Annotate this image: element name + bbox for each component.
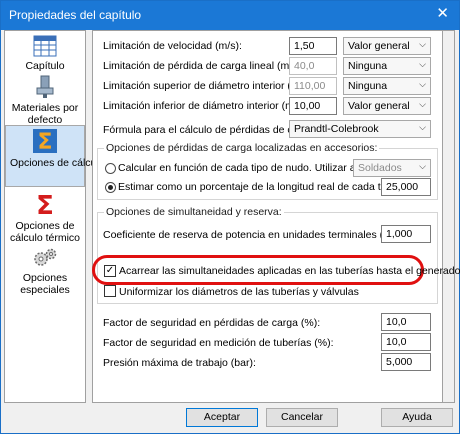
- velocity-select[interactable]: Valor general ⌵: [343, 37, 431, 55]
- select-value: Valor general: [348, 100, 410, 112]
- cancel-button[interactable]: Cancelar: [266, 408, 338, 427]
- safety-pipe-field[interactable]: 10,0: [381, 333, 431, 351]
- radio-dot: [108, 185, 113, 190]
- sigma-icon: Σ: [33, 129, 57, 154]
- select-value: Ninguna: [348, 60, 388, 72]
- formula-select[interactable]: Prandtl-Colebrook ⌵: [289, 120, 431, 138]
- percentage-field[interactable]: 25,000: [381, 178, 431, 196]
- window-title: Propiedades del capítulo: [9, 8, 142, 22]
- losses-group-caption: Opciones de pérdidas de carga localizada…: [104, 142, 380, 154]
- carry-simultaneity-checkbox[interactable]: ✓: [104, 265, 116, 277]
- min-diameter-field[interactable]: 10,00: [289, 97, 337, 115]
- uniformize-diameters-checkbox[interactable]: [104, 285, 116, 297]
- title-bar: Propiedades del capítulo ✕: [1, 1, 459, 30]
- select-value: Ninguna: [348, 80, 388, 92]
- carry-simultaneity-label: Acarrear las simultaneidades aplicadas e…: [119, 265, 460, 277]
- table-icon: [33, 35, 57, 57]
- radio-percentage[interactable]: [105, 182, 116, 193]
- pipe-icon: [36, 75, 54, 98]
- scrollbar[interactable]: [443, 30, 455, 403]
- safety-loss-field[interactable]: 10,0: [381, 313, 431, 331]
- min-diameter-select[interactable]: Valor general ⌵: [343, 97, 431, 115]
- formula-label: Fórmula para el cálculo de pérdidas de c…: [103, 124, 317, 136]
- sidebar-item-termico[interactable]: Σ Opciones de cálculo térmico: [5, 191, 85, 244]
- pressure-label: Presión máxima de trabajo (bar):: [103, 357, 256, 369]
- select-value: Soldados: [358, 162, 402, 174]
- chevron-down-icon: ⌵: [419, 161, 426, 171]
- sidebar-item-label: Materiales por defecto: [11, 102, 79, 126]
- sidebar-item-capitulo[interactable]: Capítulo: [5, 35, 85, 75]
- sidebar-item-hidraulico[interactable]: Σ Opciones de cálculo hidráulico: [5, 125, 152, 187]
- chevron-down-icon: ⌵: [419, 122, 426, 132]
- sigma-red-icon: Σ: [36, 191, 54, 217]
- head-loss-field[interactable]: 40,0: [289, 57, 337, 75]
- max-diameter-select[interactable]: Ninguna ⌵: [343, 77, 431, 95]
- simultaneity-group-caption: Opciones de simultaneidad y reserva:: [104, 206, 284, 218]
- sidebar-item-label: Opciones especiales: [20, 272, 70, 296]
- reserve-label: Coeficiente de reserva de potencia en un…: [103, 229, 411, 241]
- sidebar-item-label: Capítulo: [25, 60, 65, 72]
- sidebar: Capítulo Materiales por defecto Σ Opcion…: [4, 30, 152, 403]
- help-button[interactable]: Ayuda: [381, 408, 453, 427]
- select-value: Valor general: [348, 40, 410, 52]
- chevron-down-icon: ⌵: [419, 59, 426, 69]
- select-value: Prandtl-Colebrook: [294, 123, 379, 135]
- row-label: Limitación superior de diámetro interior…: [103, 80, 315, 92]
- head-loss-select[interactable]: Ninguna ⌵: [343, 57, 431, 75]
- row-label: Limitación inferior de diámetro interior…: [103, 100, 309, 112]
- sidebar-item-especiales[interactable]: Opciones especiales: [5, 247, 85, 296]
- pressure-field[interactable]: 5,000: [381, 353, 431, 371]
- velocity-field[interactable]: 1,50: [289, 37, 337, 55]
- close-icon[interactable]: ✕: [436, 5, 449, 23]
- svg-text:Σ: Σ: [36, 191, 54, 217]
- safety-label: Factor de seguridad en pérdidas de carga…: [103, 317, 321, 329]
- svg-text:Σ: Σ: [37, 130, 52, 154]
- sidebar-item-label: Opciones de cálculo térmico: [9, 220, 81, 244]
- gears-icon: [34, 248, 57, 266]
- chevron-down-icon: ⌵: [419, 79, 426, 89]
- radio-by-node[interactable]: [105, 163, 116, 174]
- safety-label: Factor de seguridad en medición de tuber…: [103, 337, 334, 349]
- uniformize-diameters-label: Uniformizar los diámetros de las tubería…: [119, 286, 359, 298]
- chevron-down-icon: ⌵: [419, 99, 426, 109]
- reserve-field[interactable]: 1,000: [381, 225, 431, 243]
- sidebar-item-materiales[interactable]: Materiales por defecto: [5, 75, 85, 126]
- chevron-down-icon: ⌵: [419, 39, 426, 49]
- row-label: Limitación de velocidad (m/s):: [103, 40, 242, 52]
- radio-percentage-label: Estimar como un porcentaje de la longitu…: [118, 181, 424, 193]
- max-diameter-field[interactable]: 110,00: [289, 77, 337, 95]
- fittings-select[interactable]: Soldados ⌵: [353, 159, 431, 177]
- accept-button[interactable]: Aceptar: [186, 408, 258, 427]
